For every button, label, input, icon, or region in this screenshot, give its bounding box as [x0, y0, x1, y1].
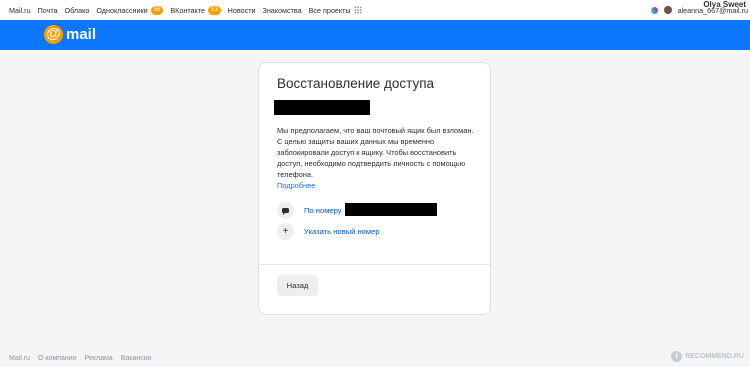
option-label: Указать новый номер: [304, 227, 380, 236]
page-title: Восстановление доступа: [277, 76, 435, 91]
watermark-icon: i: [671, 351, 683, 362]
nav-link-mailru[interactable]: Mail.ru: [9, 6, 31, 15]
nav-link-odnoklassniki[interactable]: Одноклассники 56: [96, 5, 164, 15]
redacted-phone: [345, 203, 437, 216]
overlay-username: Olya Sweet: [703, 0, 746, 9]
watermark: i RECOMMEND.RU: [671, 351, 744, 362]
at-sign-icon: @: [44, 25, 63, 44]
nav-link-label: Почта: [37, 5, 58, 15]
nav-link-label: Знакомства: [262, 5, 302, 15]
footer-links: Mail.ru О компании Реклама Вакансии: [9, 355, 152, 362]
nav-link-novosti[interactable]: Новости: [228, 6, 256, 15]
notification-badge: 56: [150, 5, 164, 15]
description-body: Мы предполагаем, что ваш почтовый ящик б…: [277, 126, 474, 180]
redacted-email: [274, 100, 370, 115]
nav-link-vkontakte[interactable]: ВКонтакте 83: [170, 5, 221, 15]
nav-link-label: Новости: [227, 5, 256, 15]
nav-link-pochta[interactable]: Почта: [38, 6, 58, 15]
option-label: По номеру: [304, 206, 342, 215]
portal-nav: Mail.ru Почта Облако Одноклассники 56 ВКо…: [9, 0, 362, 20]
more-info-link[interactable]: Подробнее: [277, 180, 477, 191]
nav-link-label: Все проекты: [308, 5, 351, 15]
notification-badge: 83: [207, 5, 221, 15]
access-recovery-card: Восстановление доступа Мы предполагаем, …: [258, 62, 491, 315]
grid-icon: [353, 6, 362, 14]
back-button[interactable]: Назад: [277, 275, 318, 296]
nav-link-znakomstva[interactable]: Знакомства: [263, 6, 302, 15]
footer-link-ads[interactable]: Реклама: [85, 355, 113, 362]
divider: [259, 264, 490, 265]
nav-link-label: Одноклассники: [96, 5, 148, 15]
brand-header: @ mail: [0, 20, 750, 50]
description-text: Мы предполагаем, что ваш почтовый ящик б…: [277, 125, 477, 192]
avatar[interactable]: [663, 6, 672, 14]
footer-link-about[interactable]: О компании: [38, 355, 77, 362]
plus-icon: +: [277, 223, 294, 240]
option-new-number[interactable]: + Указать новый номер: [277, 223, 380, 240]
footer-link-mailru[interactable]: Mail.ru: [9, 355, 30, 362]
nav-link-all-projects[interactable]: Все проекты: [309, 6, 362, 15]
chat-icon: [277, 202, 294, 219]
logo-text: mail: [66, 26, 97, 43]
nav-link-label: Облако: [64, 5, 90, 15]
footer-link-vacancies[interactable]: Вакансии: [121, 355, 152, 362]
watermark-text: RECOMMEND.RU: [685, 353, 744, 360]
nav-link-label: Mail.ru: [9, 5, 31, 15]
nav-link-oblako[interactable]: Облако: [65, 6, 90, 15]
mail-logo[interactable]: @ mail: [44, 25, 96, 44]
nav-link-label: ВКонтакте: [170, 5, 205, 15]
color-ball-icon[interactable]: [650, 6, 658, 14]
top-bar: Mail.ru Почта Облако Одноклассники 56 ВКо…: [0, 0, 750, 20]
option-by-number[interactable]: По номеру: [277, 202, 342, 219]
